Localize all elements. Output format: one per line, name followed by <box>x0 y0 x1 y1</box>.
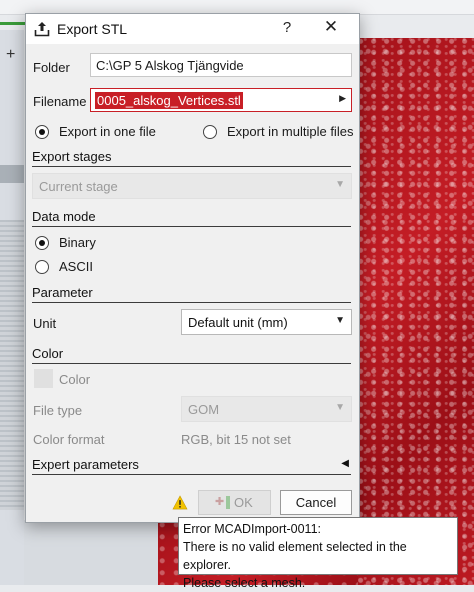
file-type-value: GOM <box>188 402 220 417</box>
ok-button[interactable]: ✚ OK <box>198 490 271 515</box>
background-panel-bottom <box>24 520 158 585</box>
error-tooltip: Error MCADImport-0011: There is no valid… <box>178 517 458 590</box>
export-one-file-label[interactable]: Export in one file <box>59 124 156 139</box>
export-icon <box>34 22 50 37</box>
close-button[interactable]: ✕ <box>320 17 342 39</box>
export-multiple-files-label[interactable]: Export in multiple files <box>227 124 353 139</box>
color-format-label: Color format <box>33 432 105 447</box>
export-stl-dialog: Export STL ? ✕ Folder C:\GP 5 Alskog Tjä… <box>25 13 360 523</box>
unit-label: Unit <box>33 316 57 331</box>
background-green-indicator <box>0 22 26 25</box>
help-button[interactable]: ? <box>278 19 296 39</box>
color-checkbox-label: Color <box>59 372 91 387</box>
cancel-button[interactable]: Cancel <box>280 490 352 515</box>
tooltip-line-1: Error MCADImport-0011: <box>183 522 321 536</box>
background-panel-texture <box>0 220 24 510</box>
parameter-heading: Parameter <box>32 285 351 303</box>
filename-browse-icon[interactable]: ▶ <box>339 93 346 104</box>
export-stages-value: Current stage <box>39 179 118 194</box>
expert-parameters-label: Expert parameters <box>32 457 139 472</box>
dialog-title: Export STL <box>57 21 128 37</box>
filename-label: Filename <box>33 94 87 109</box>
binary-radio[interactable] <box>35 236 49 250</box>
warning-icon[interactable] <box>172 495 188 510</box>
export-one-file-radio[interactable] <box>35 125 49 139</box>
3d-viewport-mesh[interactable] <box>358 38 474 585</box>
folder-label: Folder <box>33 60 70 75</box>
add-icon[interactable]: + <box>6 46 15 64</box>
chevron-left-icon[interactable]: ◀ <box>341 458 349 469</box>
binary-label[interactable]: Binary <box>59 235 96 250</box>
unit-value: Default unit (mm) <box>188 315 288 330</box>
tooltip-line-3: Please select a mesh. <box>183 576 306 590</box>
folder-value: C:\GP 5 Alskog Tjängvide <box>96 58 244 73</box>
ok-button-label: OK <box>234 495 253 510</box>
chevron-down-icon: ▼ <box>335 402 345 413</box>
export-multiple-files-radio[interactable] <box>203 125 217 139</box>
color-heading: Color <box>32 346 351 364</box>
color-format-value: RGB, bit 15 not set <box>181 432 291 447</box>
export-stages-heading: Export stages <box>32 149 351 167</box>
ok-button-icon: ✚ <box>215 496 225 508</box>
dialog-titlebar[interactable]: Export STL ? ✕ <box>26 14 359 44</box>
filename-value: 0005_alskog_Vertices.stl <box>95 92 243 109</box>
unit-dropdown[interactable]: Default unit (mm) ▼ <box>181 309 352 335</box>
chevron-down-icon: ▼ <box>335 315 345 326</box>
filename-field[interactable]: 0005_alskog_Vertices.stl ▶ <box>90 88 352 112</box>
expert-parameters-heading[interactable]: Expert parameters ◀ <box>32 457 351 475</box>
tooltip-line-2: There is no valid element selected in th… <box>183 540 407 572</box>
export-stages-dropdown: Current stage ▼ <box>32 173 352 199</box>
data-mode-heading: Data mode <box>32 209 351 227</box>
color-checkbox <box>34 369 53 388</box>
file-type-dropdown: GOM ▼ <box>181 396 352 422</box>
ascii-radio[interactable] <box>35 260 49 274</box>
ascii-label[interactable]: ASCII <box>59 259 93 274</box>
chevron-down-icon: ▼ <box>335 179 345 190</box>
ok-button-icon-bar <box>226 496 230 509</box>
file-type-label: File type <box>33 403 83 418</box>
folder-field[interactable]: C:\GP 5 Alskog Tjängvide <box>90 53 352 77</box>
background-panel-band <box>0 165 24 183</box>
